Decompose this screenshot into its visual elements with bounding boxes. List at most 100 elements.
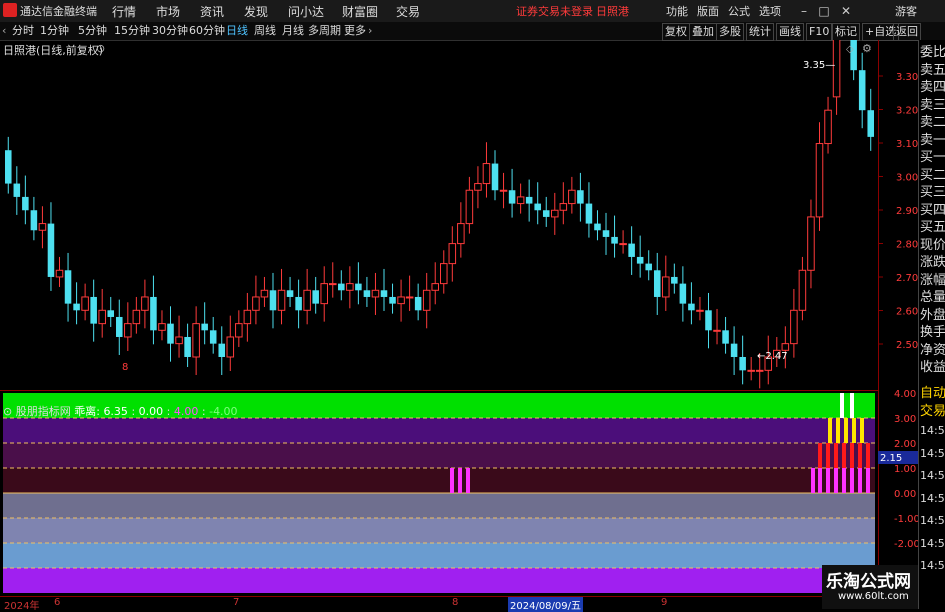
menu-xuanxiang[interactable]: 选项 <box>759 3 781 19</box>
candle <box>628 226 635 275</box>
trade-time: 14:56 <box>920 536 945 550</box>
indicator-v4: -4.00 <box>209 405 238 418</box>
chevron-right-icon[interactable]: › <box>368 23 372 39</box>
date-axis: 2024年 6 7 8 2024/08/09/五 9 <box>0 596 878 612</box>
guest-label[interactable]: 游客 <box>895 3 917 19</box>
quote-field-label: 卖四 <box>920 80 945 95</box>
signal-bar <box>836 418 840 443</box>
indicator-tick: -1.00 <box>894 514 918 525</box>
date-month-8: 8 <box>452 597 459 608</box>
price-tick: 3.30 <box>896 72 918 83</box>
quote-field-label: 卖一 <box>920 132 945 148</box>
candle <box>867 88 874 151</box>
candle <box>303 268 311 325</box>
quote-field-label: 买一 <box>920 150 945 165</box>
btn-biaoji[interactable]: 标记 <box>832 23 860 41</box>
indicator-band <box>3 468 875 493</box>
maximize-icon[interactable]: □ <box>816 3 832 19</box>
trade-tab[interactable]: 交易 <box>920 403 945 420</box>
signal-bar <box>458 468 462 493</box>
close-icon[interactable]: ✕ <box>838 3 854 19</box>
candle <box>662 255 670 311</box>
btn-duogu[interactable]: 多股 <box>716 23 744 41</box>
menu-gongneng[interactable]: 功能 <box>666 3 688 19</box>
btn-f10[interactable]: F10 <box>806 23 833 41</box>
btn-tongji[interactable]: 统计 <box>746 23 774 41</box>
period-monthly[interactable]: 月线 <box>282 23 304 39</box>
trade-time: 14:56 <box>920 491 945 505</box>
dropdown-circle-icon[interactable]: ⊙ <box>96 42 105 55</box>
period-1min[interactable]: 1分钟 <box>40 23 69 39</box>
candle <box>431 262 440 305</box>
btn-fuquan[interactable]: 复权 <box>662 23 690 41</box>
indicator-tick: 0.00 <box>894 489 916 500</box>
candle <box>389 283 396 314</box>
candle <box>380 268 388 311</box>
price-tick: 3.00 <box>896 173 918 184</box>
menu-zixun[interactable]: 资讯 <box>200 3 224 20</box>
period-fenshi[interactable]: 分时 <box>12 23 34 39</box>
minimize-icon[interactable]: – <box>796 3 812 19</box>
menu-faxian[interactable]: 发现 <box>244 3 268 20</box>
btn-back[interactable]: 返回 <box>893 23 921 41</box>
candle <box>440 250 448 294</box>
period-60min[interactable]: 60分钟 <box>189 23 225 39</box>
period-5min[interactable]: 5分钟 <box>78 23 107 39</box>
candle <box>124 302 132 351</box>
indicator-v1: 6.35 <box>103 405 128 418</box>
candle <box>671 263 678 294</box>
menu-caifuquan[interactable]: 财富圈 <box>342 3 378 20</box>
diamond-icon[interactable]: ◇ <box>846 44 854 55</box>
indicator-label: ⊙ 股朋指标网 乖离: 6.35 : 0.00 : 4.00 : -4.00 <box>3 403 238 419</box>
date-month-7: 7 <box>233 597 240 608</box>
menu-banmian[interactable]: 版面 <box>697 3 719 19</box>
menu-gongshi[interactable]: 公式 <box>728 3 750 19</box>
candle <box>491 150 499 201</box>
sidebar-toggle-icon[interactable]: ‹ <box>2 23 6 39</box>
candle <box>116 299 123 355</box>
watermark-url: www.60lt.com <box>838 591 909 602</box>
candle <box>696 296 704 321</box>
btn-huaxian[interactable]: 画线 <box>776 23 804 41</box>
indicator-value-text: 2.15 <box>880 453 902 464</box>
watermark: 乐淘公式网 www.60lt.com <box>822 565 918 609</box>
candle <box>414 283 422 321</box>
period-more[interactable]: 更多 <box>344 23 366 39</box>
candle <box>269 272 277 329</box>
candle <box>602 212 610 255</box>
candle <box>516 183 525 214</box>
quote-field-label: 总量 <box>920 290 945 305</box>
menu-shichang[interactable]: 市场 <box>156 3 180 20</box>
indicator-panel[interactable] <box>0 390 878 594</box>
candle <box>405 275 414 311</box>
menu-wenxiaoda[interactable]: 问小达 <box>288 3 324 20</box>
quote-field-label: 换手 <box>920 325 945 340</box>
candle <box>5 136 12 194</box>
indicator-tick: 4.00 <box>894 390 916 400</box>
trade-tab[interactable]: 自动 <box>920 385 945 402</box>
period-weekly[interactable]: 周线 <box>254 23 276 39</box>
period-15min[interactable]: 15分钟 <box>114 23 150 39</box>
candle <box>534 182 541 225</box>
candle <box>636 235 644 278</box>
candle <box>107 296 115 327</box>
title-bar: 通达信金融终端 行情 市场 资讯 发现 问小达 财富圈 交易 证券交易未登录 日… <box>0 0 945 23</box>
candle <box>132 296 141 334</box>
btn-diejia[interactable]: 叠加 <box>689 23 717 41</box>
signal-bar <box>858 468 862 493</box>
login-status[interactable]: 证券交易未登录 <box>516 3 593 19</box>
menu-hangqing[interactable]: 行情 <box>112 3 136 20</box>
candle <box>858 52 866 129</box>
candlestick-chart[interactable]: 3.35— ←2.47 8 <box>0 40 878 402</box>
period-multi[interactable]: 多周期 <box>308 23 341 39</box>
period-30min[interactable]: 30分钟 <box>152 23 188 39</box>
high-price-label: 3.35— <box>803 60 835 71</box>
quote-field-label: 卖三 <box>920 97 945 113</box>
period-daily[interactable]: 日线 <box>226 23 248 39</box>
indicator-toggle-icon[interactable]: ⊙ <box>3 405 12 418</box>
settings-gear-icon[interactable]: ⚙ <box>862 42 872 55</box>
menu-jiaoyi[interactable]: 交易 <box>396 3 420 20</box>
candle <box>226 315 235 371</box>
indicator-v3: 4.00 <box>173 405 199 418</box>
indicator-tick: 3.00 <box>894 414 916 425</box>
